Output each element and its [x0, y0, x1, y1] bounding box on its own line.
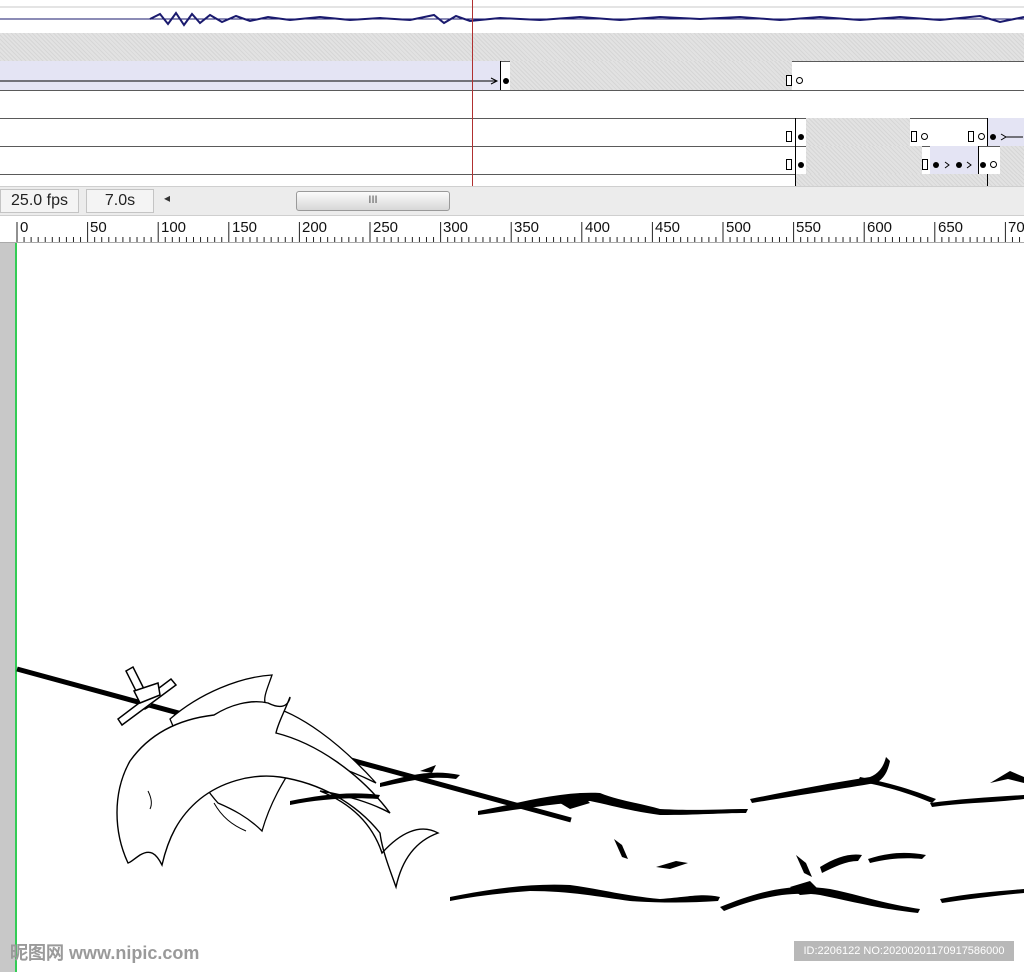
- horizontal-scrollbar-thumb[interactable]: III: [296, 191, 450, 211]
- timeline-layer-7[interactable]: [0, 174, 1024, 186]
- ruler-label: 500: [726, 219, 752, 236]
- timeline-status-bar: 25.0 fps 7.0s ◂ III: [0, 186, 1024, 216]
- audio-layer[interactable]: [0, 0, 1024, 34]
- empty-keyframe-icon[interactable]: [990, 161, 997, 168]
- timeline-layer-5[interactable]: [0, 118, 1024, 147]
- timeline-layer-3[interactable]: [0, 61, 1024, 91]
- scroll-grip-label: III: [368, 194, 378, 206]
- filled-keyframe-icon[interactable]: [798, 162, 804, 168]
- ruler-label: 550: [796, 219, 822, 236]
- filled-keyframe-icon[interactable]: [980, 162, 986, 168]
- ruler-label: 300: [443, 219, 469, 236]
- ruler-label: 350: [514, 219, 540, 236]
- ruler-label: 100: [161, 219, 187, 236]
- playhead[interactable]: [472, 0, 473, 188]
- stage-ruler: 0 50 100 150 200 250 300 350 400 450 500…: [0, 216, 1024, 243]
- water-strokes: [290, 757, 1024, 913]
- tween-arrow: [944, 161, 972, 169]
- harpoon-crossguard: [116, 665, 178, 727]
- end-frame-icon[interactable]: [786, 159, 792, 170]
- ruler-label: 70: [1008, 219, 1024, 236]
- dolphin-artwork[interactable]: [0, 243, 1024, 972]
- timeline-panel: [0, 0, 1024, 188]
- tween-arrow: [0, 77, 499, 85]
- timeline-layer-6[interactable]: [0, 146, 1024, 175]
- ruler-label: 200: [302, 219, 328, 236]
- watermark-site: 昵图网 www.nipic.com: [10, 943, 200, 963]
- end-frame-icon[interactable]: [911, 131, 917, 142]
- ruler-label: 400: [585, 219, 611, 236]
- filled-keyframe-icon[interactable]: [503, 78, 509, 84]
- audio-waveform: [0, 6, 1024, 27]
- ruler-label: 50: [90, 219, 107, 236]
- filled-keyframe-icon[interactable]: [956, 162, 962, 168]
- ruler-label: 650: [938, 219, 964, 236]
- ruler-label: 0: [20, 219, 29, 236]
- end-frame-icon[interactable]: [786, 131, 792, 142]
- filled-keyframe-icon[interactable]: [798, 134, 804, 140]
- ruler-label: 450: [655, 219, 681, 236]
- stage-canvas[interactable]: 昵图网 www.nipic.com ID:2206122 NO:20200201…: [0, 243, 1024, 972]
- elapsed-time-display: 7.0s: [86, 189, 154, 213]
- end-frame-icon[interactable]: [786, 75, 792, 86]
- ruler-label: 250: [373, 219, 399, 236]
- empty-keyframe-icon[interactable]: [978, 133, 985, 140]
- end-frame-icon[interactable]: [922, 159, 928, 170]
- ruler-label: 150: [232, 219, 258, 236]
- filled-keyframe-icon[interactable]: [933, 162, 939, 168]
- left-arrow-icon[interactable]: ◂: [164, 191, 170, 205]
- tween-arrow: [1000, 133, 1023, 141]
- empty-keyframe-icon[interactable]: [796, 77, 803, 84]
- ruler-label: 600: [867, 219, 893, 236]
- watermark-id: ID:2206122 NO:20200201170917586000: [794, 941, 1014, 961]
- filled-keyframe-icon[interactable]: [990, 134, 996, 140]
- end-frame-icon[interactable]: [968, 131, 974, 142]
- timeline-layer-2[interactable]: [0, 33, 1024, 62]
- fps-display: 25.0 fps: [0, 189, 79, 213]
- timeline-layer-4[interactable]: [0, 90, 1024, 119]
- empty-keyframe-icon[interactable]: [921, 133, 928, 140]
